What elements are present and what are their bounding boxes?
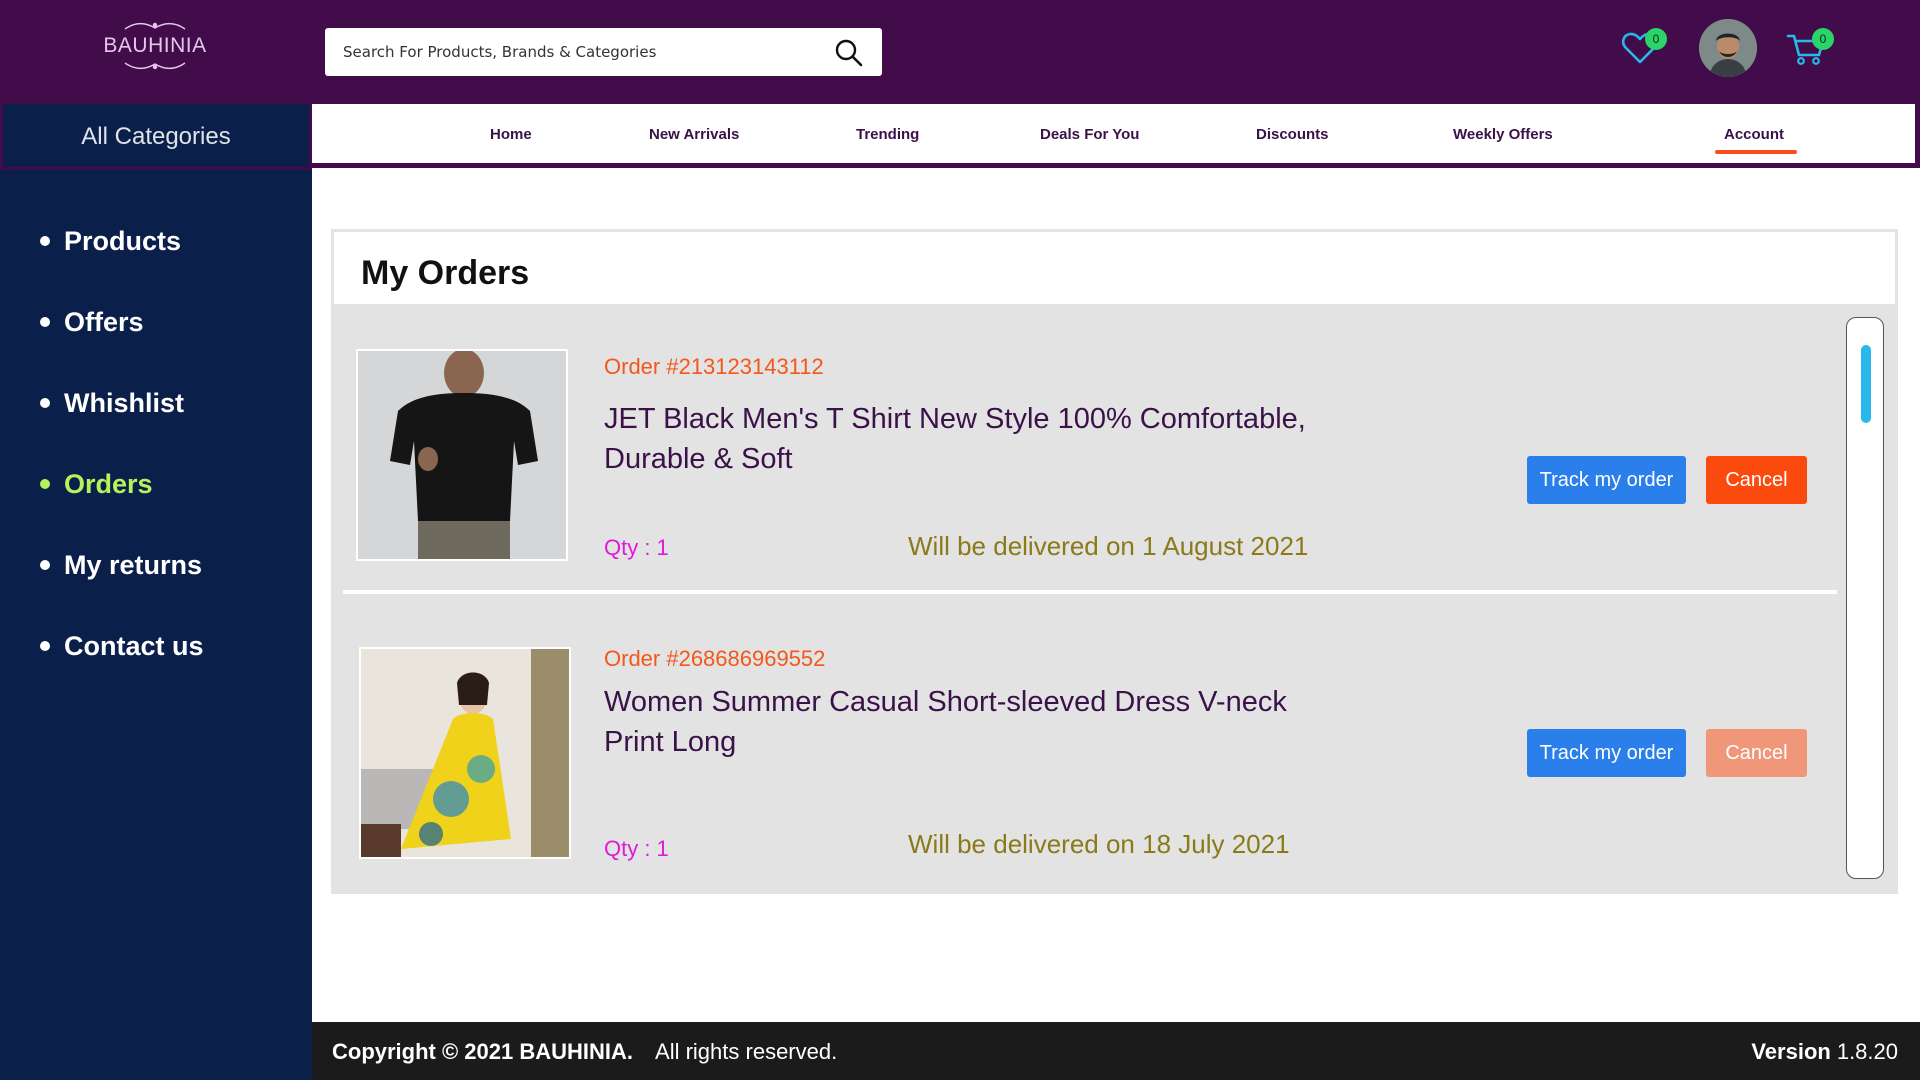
nav-account[interactable]: Account xyxy=(1724,126,1784,143)
bullet-icon xyxy=(40,398,50,408)
cancel-order-button[interactable]: Cancel xyxy=(1706,729,1807,777)
wishlist-button[interactable]: 0 xyxy=(1620,28,1667,68)
version-info: Version 1.8.20 xyxy=(1751,1039,1898,1065)
main-nav: Home New Arrivals Trending Deals For You… xyxy=(312,104,1915,168)
copyright-text: Copyright © 2021 BAUHINIA. All rights res… xyxy=(332,1039,837,1065)
bullet-icon xyxy=(40,560,50,570)
brand-name: BAUHINIA xyxy=(103,34,207,57)
sidebar-item-label: Offers xyxy=(64,307,144,337)
sidebar-item-label: Orders xyxy=(64,469,153,499)
product-title[interactable]: JET Black Men's T Shirt New Style 100% C… xyxy=(604,399,1344,479)
sidebar-item-label: My returns xyxy=(64,550,203,580)
order-divider xyxy=(343,590,1837,594)
bullet-icon xyxy=(40,236,50,246)
wishlist-count-badge: 0 xyxy=(1645,28,1667,50)
product-title[interactable]: Women Summer Casual Short-sleeved Dress … xyxy=(604,682,1344,762)
orders-scrollbar[interactable] xyxy=(1846,317,1884,879)
sidebar-item-wishlist[interactable]: Whishlist xyxy=(0,388,312,469)
rights-text: All rights reserved. xyxy=(655,1039,838,1064)
nav-deals-for-you[interactable]: Deals For You xyxy=(1040,126,1139,143)
cart-button[interactable]: 0 xyxy=(1785,28,1834,68)
bullet-icon xyxy=(40,479,50,489)
copyright-label: Copyright © 2021 BAUHINIA. xyxy=(332,1039,634,1064)
product-image[interactable] xyxy=(356,349,568,561)
logo-ornament-bottom xyxy=(100,58,210,72)
active-tab-underline xyxy=(1715,150,1797,154)
sidebar-item-label: Whishlist xyxy=(64,388,184,418)
logo-ornament-top xyxy=(100,20,210,34)
sidebar-nav: Products Offers Whishlist Orders My retu… xyxy=(0,226,312,712)
search-bar xyxy=(325,28,882,76)
search-input[interactable] xyxy=(343,28,813,76)
footer: Copyright © 2021 BAUHINIA. All rights res… xyxy=(312,1022,1920,1080)
order-quantity: Qty : 1 xyxy=(604,535,669,560)
orders-header: My Orders xyxy=(331,229,1898,307)
all-categories-button[interactable]: All Categories xyxy=(0,104,312,170)
avatar[interactable] xyxy=(1699,19,1757,77)
nav-border xyxy=(1915,104,1920,168)
top-header: BAUHINIA 0 0 xyxy=(0,0,1920,104)
bullet-icon xyxy=(40,317,50,327)
sidebar-item-label: Contact us xyxy=(64,631,204,661)
track-order-button[interactable]: Track my order xyxy=(1527,456,1686,504)
sidebar-item-orders[interactable]: Orders xyxy=(0,469,312,550)
order-quantity: Qty : 1 xyxy=(604,836,669,861)
delivery-date: Will be delivered on 1 August 2021 xyxy=(908,531,1309,561)
version-label: Version xyxy=(1751,1039,1831,1064)
sidebar: All Categories Products Offers Whishlist… xyxy=(0,104,312,1080)
track-order-button[interactable]: Track my order xyxy=(1527,729,1686,777)
cart-count-badge: 0 xyxy=(1812,28,1834,50)
bullet-icon xyxy=(40,641,50,651)
nav-trending[interactable]: Trending xyxy=(856,126,919,143)
sidebar-item-offers[interactable]: Offers xyxy=(0,307,312,388)
sidebar-item-label: Products xyxy=(64,226,182,256)
product-image[interactable] xyxy=(359,647,571,859)
order-number: Order #268686969552 xyxy=(604,646,826,671)
search-icon[interactable] xyxy=(834,38,864,68)
nav-home[interactable]: Home xyxy=(490,126,532,143)
nav-weekly-offers[interactable]: Weekly Offers xyxy=(1453,126,1553,143)
sidebar-item-contact-us[interactable]: Contact us xyxy=(0,631,312,712)
version-number: 1.8.20 xyxy=(1836,1039,1898,1064)
nav-new-arrivals[interactable]: New Arrivals xyxy=(649,126,739,143)
sidebar-item-products[interactable]: Products xyxy=(0,226,312,307)
delivery-date: Will be delivered on 18 July 2021 xyxy=(908,829,1290,859)
sidebar-item-my-returns[interactable]: My returns xyxy=(0,550,312,631)
cancel-order-button[interactable]: Cancel xyxy=(1706,456,1807,504)
scrollbar-thumb[interactable] xyxy=(1861,345,1871,423)
page-title: My Orders xyxy=(361,254,530,292)
brand-logo[interactable]: BAUHINIA xyxy=(100,20,210,80)
orders-panel: My Orders Order #213123143112 JET Black … xyxy=(331,229,1898,894)
order-number: Order #213123143112 xyxy=(604,354,824,379)
nav-discounts[interactable]: Discounts xyxy=(1256,126,1329,143)
